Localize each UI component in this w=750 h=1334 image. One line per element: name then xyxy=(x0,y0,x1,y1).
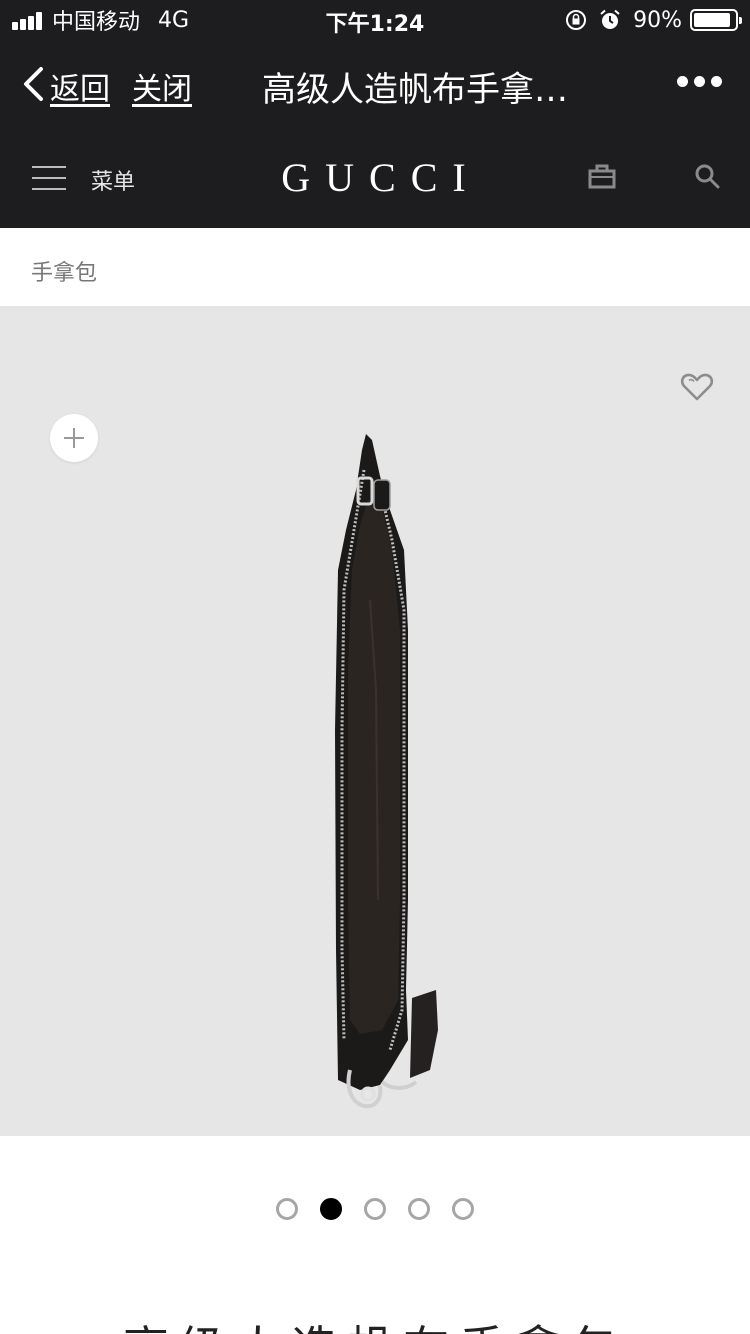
carousel-dot[interactable] xyxy=(408,1198,430,1220)
page-title: 高级人造帆布手拿… xyxy=(262,70,568,110)
more-dots-icon[interactable] xyxy=(671,76,722,87)
alarm-icon xyxy=(600,9,620,29)
orientation-lock-icon xyxy=(566,10,587,30)
product-gallery[interactable] xyxy=(0,306,750,1136)
status-bar-right: 90% xyxy=(565,6,742,34)
browser-nav-bar: 返回 关闭 高级人造帆布手拿… xyxy=(0,40,750,128)
battery-icon xyxy=(690,9,742,31)
carousel-dot[interactable] xyxy=(320,1198,342,1220)
site-header: 菜单 GUCCI xyxy=(0,128,750,228)
product-image xyxy=(335,434,438,1109)
brand-logo[interactable]: GUCCI xyxy=(0,154,750,201)
battery-fill xyxy=(694,13,730,27)
shopping-bag-icon[interactable] xyxy=(588,162,616,190)
search-icon[interactable] xyxy=(694,163,720,189)
back-chevron-icon[interactable] xyxy=(22,66,44,102)
zoom-plus-icon[interactable] xyxy=(50,414,98,462)
close-link[interactable]: 关闭 xyxy=(132,64,192,108)
back-link[interactable]: 返回 xyxy=(50,64,110,108)
breadcrumb-category[interactable]: 手拿包 xyxy=(31,255,97,287)
breadcrumb: 手拿包 xyxy=(0,228,750,306)
status-bar: 中国移动 4G 下午1:24 90% xyxy=(0,0,750,40)
carousel-dot[interactable] xyxy=(276,1198,298,1220)
carousel-pagination-area xyxy=(0,1136,750,1256)
carousel-dot[interactable] xyxy=(452,1198,474,1220)
carousel-dot[interactable] xyxy=(364,1198,386,1220)
heart-icon[interactable] xyxy=(680,372,714,402)
battery-percent: 90% xyxy=(633,7,682,33)
carousel-pagination xyxy=(0,1198,750,1220)
product-title: 高级人造帆布手拿包 xyxy=(0,1312,750,1334)
